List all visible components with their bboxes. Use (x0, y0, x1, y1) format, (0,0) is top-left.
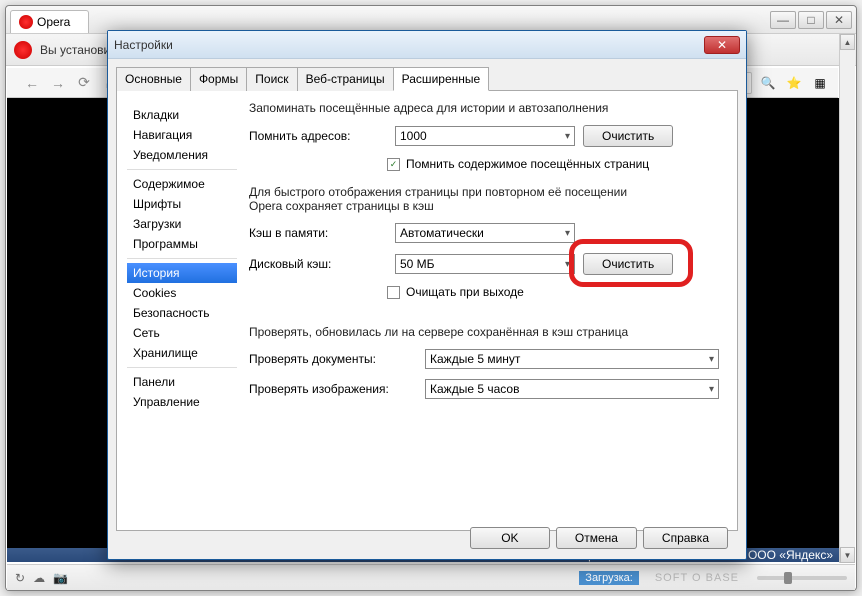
check-docs-label: Проверять документы: (249, 352, 417, 366)
clear-on-exit-label: Очищать при выходе (406, 285, 524, 299)
extension-icon[interactable]: ▦ (810, 73, 830, 93)
history-intro: Запоминать посещённые адреса для истории… (249, 101, 719, 115)
vertical-scrollbar[interactable]: ▲ ▼ (839, 34, 855, 563)
close-button[interactable]: ✕ (826, 11, 852, 29)
reload-button[interactable]: ⟳ (73, 72, 95, 94)
cat-tabs[interactable]: Вкладки (127, 105, 237, 125)
ok-button[interactable]: OK (470, 527, 550, 549)
maximize-button[interactable]: □ (798, 11, 824, 29)
cancel-button[interactable]: Отмена (556, 527, 637, 549)
remember-addresses-select[interactable]: 1000 (395, 126, 575, 146)
history-panel: Запоминать посещённые адреса для истории… (249, 101, 727, 520)
clear-history-button[interactable]: Очистить (583, 125, 673, 147)
cat-management[interactable]: Управление (127, 392, 237, 412)
check-intro: Проверять, обновилась ли на сервере сохр… (249, 325, 719, 339)
scroll-down-button[interactable]: ▼ (840, 547, 855, 563)
zoom-slider[interactable] (757, 576, 847, 580)
dialog-title: Настройки (114, 38, 173, 52)
cat-notifications[interactable]: Уведомления (127, 145, 237, 165)
help-button[interactable]: Справка (643, 527, 728, 549)
status-bar: ↻ ☁ 📷 Загрузка: SOFT O BASE (7, 564, 855, 590)
settings-dialog: Настройки ✕ Основные Формы Поиск Веб-стр… (107, 30, 747, 560)
remember-content-label: Помнить содержимое посещённых страниц (406, 157, 649, 171)
cache-intro: Для быстрого отображения страницы при по… (249, 185, 719, 213)
clear-on-exit-checkbox[interactable] (387, 286, 400, 299)
memory-cache-label: Кэш в памяти: (249, 226, 387, 240)
check-images-select[interactable]: Каждые 5 часов (425, 379, 719, 399)
remember-content-checkbox[interactable]: ✓ (387, 158, 400, 171)
memory-cache-select[interactable]: Автоматически (395, 223, 575, 243)
cat-fonts[interactable]: Шрифты (127, 194, 237, 214)
tab-webpages[interactable]: Веб-страницы (297, 67, 394, 91)
clear-disk-cache-button[interactable]: Очистить (583, 253, 673, 275)
tab-title: Opera (37, 15, 70, 29)
dialog-titlebar[interactable]: Настройки ✕ (108, 31, 746, 59)
bookmark-icon[interactable]: ⭐ (784, 73, 804, 93)
category-list: Вкладки Навигация Уведомления Содержимое… (127, 101, 237, 520)
search-icon[interactable]: 🔍 (758, 73, 778, 93)
opera-icon (19, 15, 33, 29)
dialog-close-button[interactable]: ✕ (704, 36, 740, 54)
disk-cache-select[interactable]: 50 МБ (395, 254, 575, 274)
cat-storage[interactable]: Хранилище (127, 343, 237, 363)
top-tabs: Основные Формы Поиск Веб-страницы Расшир… (116, 67, 738, 91)
cat-cookies[interactable]: Cookies (127, 283, 237, 303)
minimize-button[interactable]: — (770, 11, 796, 29)
back-button[interactable]: ← (21, 72, 43, 94)
opera-menu-icon[interactable] (14, 41, 32, 59)
cat-panels[interactable]: Панели (127, 372, 237, 392)
loading-indicator: Загрузка: (579, 571, 639, 585)
forward-button[interactable]: → (47, 72, 69, 94)
cat-content[interactable]: Содержимое (127, 174, 237, 194)
cat-downloads[interactable]: Загрузки (127, 214, 237, 234)
address-fragment: Вы установи (40, 43, 110, 57)
browser-tab[interactable]: Opera (10, 10, 89, 33)
disk-cache-label: Дисковый кэш: (249, 257, 387, 271)
cloud-icon[interactable]: ☁ (33, 571, 45, 585)
dialog-footer: OK Отмена Справка (470, 527, 728, 549)
cat-navigation[interactable]: Навигация (127, 125, 237, 145)
camera-icon[interactable]: 📷 (53, 571, 68, 585)
sync-icon[interactable]: ↻ (15, 571, 25, 585)
cat-history[interactable]: История (127, 263, 237, 283)
tab-general[interactable]: Основные (116, 67, 191, 91)
tab-advanced[interactable]: Расширенные (393, 67, 490, 91)
tab-search[interactable]: Поиск (246, 67, 297, 91)
cat-security[interactable]: Безопасность (127, 303, 237, 323)
tab-forms[interactable]: Формы (190, 67, 247, 91)
check-documents-select[interactable]: Каждые 5 минут (425, 349, 719, 369)
remember-label: Помнить адресов: (249, 129, 387, 143)
watermark: SOFT O BASE (655, 572, 739, 584)
check-imgs-label: Проверять изображения: (249, 382, 417, 396)
cat-programs[interactable]: Программы (127, 234, 237, 254)
tab-content: Вкладки Навигация Уведомления Содержимое… (116, 91, 738, 531)
cat-network[interactable]: Сеть (127, 323, 237, 343)
scroll-up-button[interactable]: ▲ (840, 34, 855, 50)
